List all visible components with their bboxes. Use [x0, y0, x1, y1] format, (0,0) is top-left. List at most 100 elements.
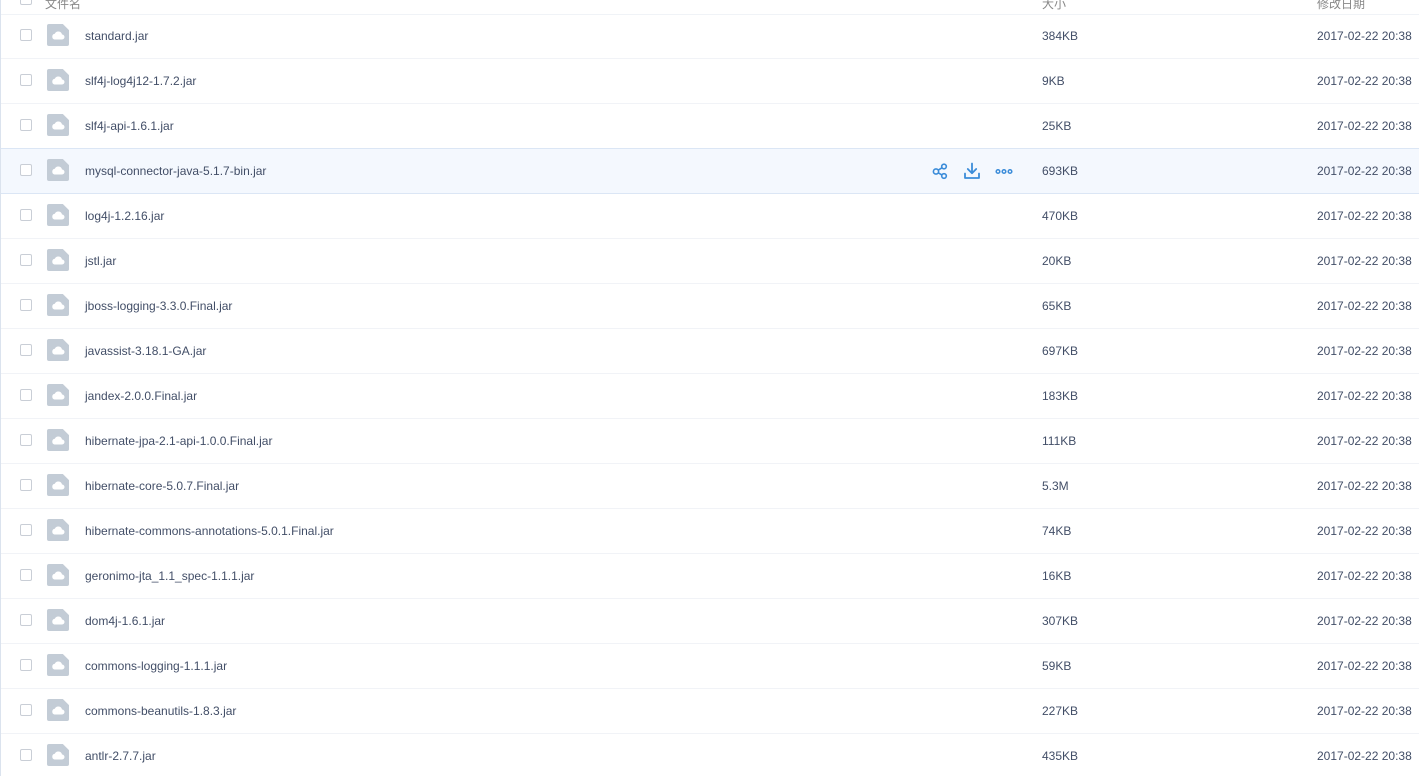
- file-row[interactable]: geronimo-jta_1.1_spec-1.1.1.jar 16KB 2017-…: [1, 554, 1419, 599]
- file-modified-date: 2017-02-22 20:38: [1317, 344, 1412, 358]
- file-checkbox[interactable]: [20, 389, 32, 401]
- file-modified-date: 2017-02-22 20:38: [1317, 749, 1412, 763]
- file-row[interactable]: hibernate-commons-annotations-5.0.1.Fina…: [1, 509, 1419, 554]
- file-modified-date: 2017-02-22 20:38: [1317, 434, 1412, 448]
- file-name[interactable]: hibernate-core-5.0.7.Final.jar: [85, 479, 239, 493]
- cloud-file-icon: [47, 294, 69, 316]
- file-row[interactable]: dom4j-1.6.1.jar 307KB 2017-02-22 20:38: [1, 599, 1419, 644]
- file-checkbox[interactable]: [20, 434, 32, 446]
- cloud-file-icon: [47, 204, 69, 226]
- file-checkbox[interactable]: [20, 344, 32, 356]
- file-row[interactable]: hibernate-jpa-2.1-api-1.0.0.Final.jar 111…: [1, 419, 1419, 464]
- file-name[interactable]: standard.jar: [85, 29, 148, 43]
- column-header-date[interactable]: 修改日期: [1317, 0, 1365, 12]
- file-name[interactable]: mysql-connector-java-5.1.7-bin.jar: [85, 164, 266, 178]
- more-icon[interactable]: [994, 161, 1014, 181]
- cloud-file-icon: [47, 159, 69, 181]
- row-actions: [930, 161, 1020, 181]
- file-size: 470KB: [1042, 209, 1079, 223]
- file-size: 20KB: [1042, 254, 1072, 268]
- file-row[interactable]: standard.jar 384KB 2017-02-22 20:38: [1, 14, 1419, 59]
- file-checkbox[interactable]: [20, 119, 32, 131]
- file-name[interactable]: jboss-logging-3.3.0.Final.jar: [85, 299, 232, 313]
- share-icon[interactable]: [930, 161, 950, 181]
- file-modified-date: 2017-02-22 20:38: [1317, 209, 1412, 223]
- file-name[interactable]: hibernate-commons-annotations-5.0.1.Fina…: [85, 524, 334, 538]
- file-checkbox[interactable]: [20, 29, 32, 41]
- download-icon[interactable]: [962, 161, 982, 181]
- cloud-file-icon: [47, 744, 69, 766]
- file-size: 435KB: [1042, 749, 1079, 763]
- file-name[interactable]: slf4j-log4j12-1.7.2.jar: [85, 74, 196, 88]
- file-checkbox[interactable]: [20, 74, 32, 86]
- file-size: 697KB: [1042, 344, 1079, 358]
- cloud-file-icon: [47, 609, 69, 631]
- file-checkbox[interactable]: [20, 209, 32, 221]
- file-size: 693KB: [1042, 164, 1079, 178]
- file-name[interactable]: jandex-2.0.0.Final.jar: [85, 389, 197, 403]
- cloud-file-icon: [47, 474, 69, 496]
- file-checkbox[interactable]: [20, 569, 32, 581]
- file-checkbox[interactable]: [20, 254, 32, 266]
- file-size: 59KB: [1042, 659, 1072, 673]
- file-modified-date: 2017-02-22 20:38: [1317, 119, 1412, 133]
- file-name[interactable]: geronimo-jta_1.1_spec-1.1.1.jar: [85, 569, 254, 583]
- file-name[interactable]: commons-beanutils-1.8.3.jar: [85, 704, 236, 718]
- cloud-file-icon: [47, 654, 69, 676]
- file-rows: standard.jar 384KB 2017-02-22 20:38 slf4j-l…: [1, 14, 1419, 776]
- file-row[interactable]: slf4j-api-1.6.1.jar 25KB 2017-02-22 20:38: [1, 104, 1419, 149]
- file-row[interactable]: commons-beanutils-1.8.3.jar 227KB 2017-02-…: [1, 689, 1419, 734]
- file-row[interactable]: commons-logging-1.1.1.jar 59KB 2017-02-22 …: [1, 644, 1419, 689]
- file-checkbox[interactable]: [20, 479, 32, 491]
- file-size: 307KB: [1042, 614, 1079, 628]
- file-checkbox[interactable]: [20, 164, 32, 176]
- file-modified-date: 2017-02-22 20:38: [1317, 74, 1412, 88]
- file-list-header: 文件名 大小 修改日期: [1, 0, 1419, 15]
- file-row[interactable]: slf4j-log4j12-1.7.2.jar 9KB 2017-02-22 20:…: [1, 59, 1419, 104]
- cloud-file-icon: [47, 519, 69, 541]
- cloud-file-icon: [47, 384, 69, 406]
- file-checkbox[interactable]: [20, 524, 32, 536]
- file-checkbox[interactable]: [20, 299, 32, 311]
- column-header-name[interactable]: 文件名: [45, 0, 81, 12]
- cloud-file-icon: [47, 564, 69, 586]
- file-row[interactable]: javassist-3.18.1-GA.jar 697KB 2017-02-22 2…: [1, 329, 1419, 374]
- file-checkbox[interactable]: [20, 659, 32, 671]
- file-size: 384KB: [1042, 29, 1079, 43]
- file-name[interactable]: jstl.jar: [85, 254, 116, 268]
- file-row[interactable]: jboss-logging-3.3.0.Final.jar 65KB 2017-02…: [1, 284, 1419, 329]
- file-row[interactable]: log4j-1.2.16.jar 470KB 2017-02-22 20:38: [1, 194, 1419, 239]
- file-modified-date: 2017-02-22 20:38: [1317, 614, 1412, 628]
- file-row[interactable]: mysql-connector-java-5.1.7-bin.jar 693KB 2…: [1, 148, 1419, 194]
- file-modified-date: 2017-02-22 20:38: [1317, 704, 1412, 718]
- file-modified-date: 2017-02-22 20:38: [1317, 164, 1412, 178]
- file-size: 74KB: [1042, 524, 1072, 538]
- file-name[interactable]: dom4j-1.6.1.jar: [85, 614, 165, 628]
- file-name[interactable]: log4j-1.2.16.jar: [85, 209, 164, 223]
- file-modified-date: 2017-02-22 20:38: [1317, 254, 1412, 268]
- file-checkbox[interactable]: [20, 749, 32, 761]
- file-row[interactable]: jandex-2.0.0.Final.jar 183KB 2017-02-22 20…: [1, 374, 1419, 419]
- file-row[interactable]: antlr-2.7.7.jar 435KB 2017-02-22 20:38: [1, 734, 1419, 776]
- cloud-file-icon: [47, 339, 69, 361]
- file-name[interactable]: slf4j-api-1.6.1.jar: [85, 119, 174, 133]
- cloud-file-icon: [47, 114, 69, 136]
- file-checkbox[interactable]: [20, 704, 32, 716]
- file-row[interactable]: hibernate-core-5.0.7.Final.jar 5.3M 2017-0…: [1, 464, 1419, 509]
- file-row[interactable]: jstl.jar 20KB 2017-02-22 20:38: [1, 239, 1419, 284]
- column-header-size[interactable]: 大小: [1042, 0, 1066, 12]
- cloud-file-icon: [47, 429, 69, 451]
- file-name[interactable]: antlr-2.7.7.jar: [85, 749, 156, 763]
- cloud-file-icon: [47, 69, 69, 91]
- file-modified-date: 2017-02-22 20:38: [1317, 659, 1412, 673]
- cloud-file-icon: [47, 24, 69, 46]
- file-modified-date: 2017-02-22 20:38: [1317, 29, 1412, 43]
- file-name[interactable]: javassist-3.18.1-GA.jar: [85, 344, 206, 358]
- file-name[interactable]: commons-logging-1.1.1.jar: [85, 659, 227, 673]
- file-name[interactable]: hibernate-jpa-2.1-api-1.0.0.Final.jar: [85, 434, 272, 448]
- select-all-checkbox[interactable]: [20, 0, 32, 5]
- file-size: 183KB: [1042, 389, 1079, 403]
- file-size: 25KB: [1042, 119, 1072, 133]
- file-size: 9KB: [1042, 74, 1065, 88]
- file-checkbox[interactable]: [20, 614, 32, 626]
